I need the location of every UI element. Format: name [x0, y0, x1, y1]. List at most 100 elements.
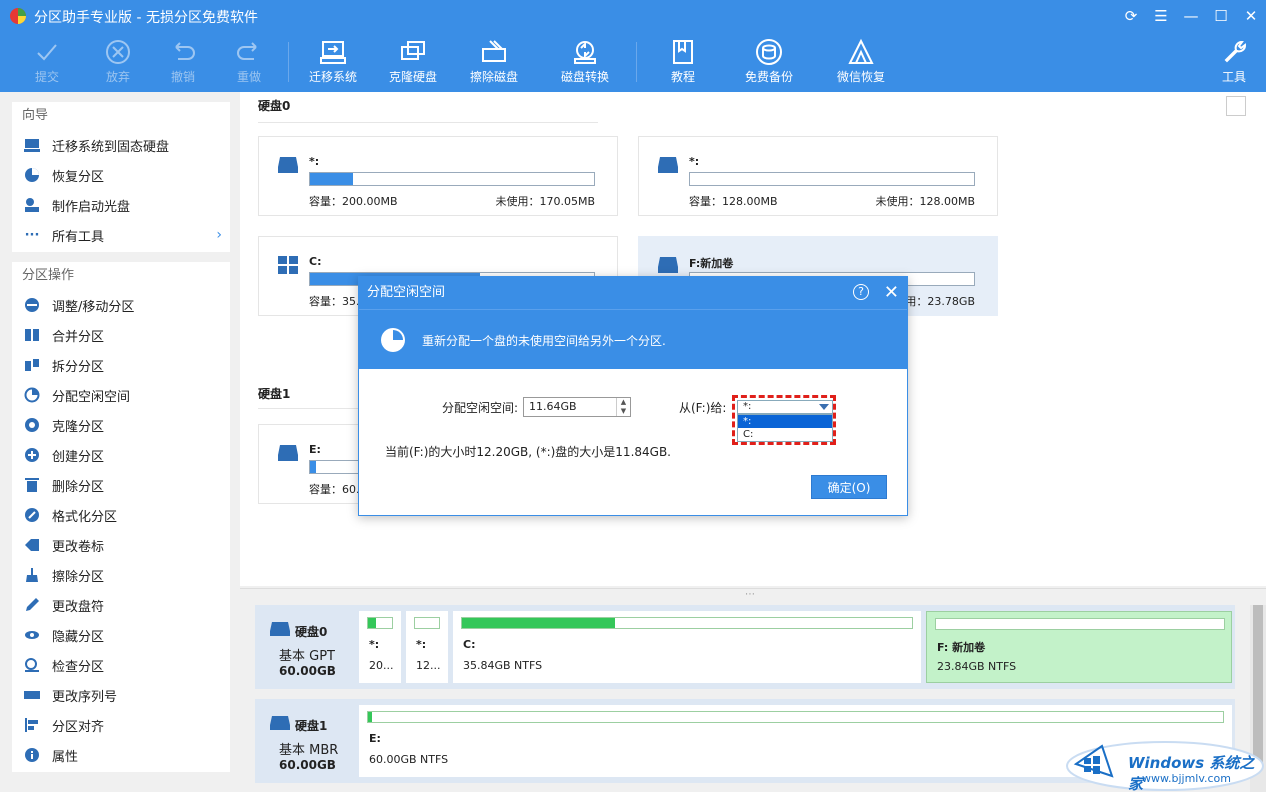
dialog-description: 重新分配一个盘的未使用空间给另外一个分区.: [422, 334, 666, 348]
app-logo-icon: [10, 8, 26, 24]
maximize-icon[interactable]: ☐: [1212, 6, 1230, 26]
sidebar-item-allocate[interactable]: 分配空闲空间: [12, 380, 230, 410]
partition-capacity: 容量：35.: [309, 295, 360, 308]
discard-button[interactable]: 放弃: [83, 36, 153, 85]
dialog-close-icon[interactable]: ✕: [884, 277, 899, 309]
partition-free: 未使用：170.05MB: [495, 195, 595, 208]
disk-size: 60.00GB: [279, 664, 336, 678]
wipe-disk-icon: [482, 40, 506, 62]
sidebar-item-bootdisk[interactable]: 制作启动光盘: [12, 190, 230, 220]
partition-info: 20...: [369, 659, 394, 672]
menu-icon[interactable]: ☰: [1152, 6, 1170, 26]
disk-row[interactable]: 硬盘0 基本 GPT 60.00GB *: 20... *: 12... C: …: [255, 605, 1235, 689]
split-icon: [24, 357, 40, 373]
sidebar-item-resize[interactable]: 调整/移动分区: [12, 290, 230, 320]
allocate-icon: [24, 387, 40, 403]
commit-label: 提交: [34, 70, 59, 84]
sidebar-item-properties[interactable]: 属性: [12, 740, 230, 770]
sidebar-item-all-tools[interactable]: ··· 所有工具 ›: [12, 220, 230, 250]
select-option[interactable]: *:: [738, 415, 832, 428]
commit-button[interactable]: 提交: [12, 36, 82, 85]
redo-button[interactable]: 重做: [214, 36, 284, 85]
sidebar-item-hide[interactable]: 隐藏分区: [12, 620, 230, 650]
migrate-icon: [320, 41, 346, 64]
migrate-button[interactable]: 迁移系统: [298, 36, 368, 85]
disk-type: 基本 GPT: [279, 649, 335, 664]
tutorial-button[interactable]: 教程: [648, 36, 718, 85]
minimize-icon[interactable]: —: [1182, 6, 1200, 26]
sidebar-item-create[interactable]: 创建分区: [12, 440, 230, 470]
allocate-icon: [381, 328, 405, 352]
sidebar-item-merge[interactable]: 合并分区: [12, 320, 230, 350]
alloc-size-value: 11.64GB: [529, 400, 577, 413]
wipe-disk-label: 擦除磁盘: [469, 70, 518, 84]
view-toggle-button[interactable]: [1226, 96, 1246, 116]
wechat-recover-button[interactable]: 微信恢复: [826, 36, 896, 85]
partition-card[interactable]: *: 容量：128.00MB 未使用：128.00MB: [638, 136, 998, 216]
check-icon: [24, 657, 40, 673]
source-partition-select[interactable]: *:: [737, 400, 833, 414]
sidebar-item-label: 分配空闲空间: [52, 389, 131, 405]
recover-icon: [24, 167, 40, 183]
wipe-disk-button[interactable]: 擦除磁盘: [459, 36, 529, 85]
partition-capacity: 容量：128.00MB: [689, 195, 778, 208]
wechat-recover-icon: [848, 38, 874, 64]
windows-icon: [278, 256, 298, 274]
splitter-handle[interactable]: ⋯: [745, 589, 755, 600]
ops-panel: 分区操作 调整/移动分区 合并分区 拆分分区 分配空闲空间 克隆分区 创建分区 …: [12, 262, 230, 772]
sidebar-item-format[interactable]: 格式化分区: [12, 500, 230, 530]
stepper-down-icon[interactable]: ▼: [617, 407, 630, 416]
sidebar-item-check[interactable]: 检查分区: [12, 650, 230, 680]
sidebar-item-align[interactable]: 分区对齐: [12, 710, 230, 740]
convert-disk-button[interactable]: 磁盘转换: [550, 36, 620, 85]
wipe-icon: [24, 567, 40, 583]
partition-card[interactable]: *: 容量：200.00MB 未使用：170.05MB: [258, 136, 618, 216]
partition-block[interactable]: *: 12...: [406, 611, 448, 683]
partition-label: *:: [369, 638, 380, 651]
hide-icon: [24, 627, 40, 643]
sidebar-item-migrate-ssd[interactable]: 迁移系统到固态硬盘: [12, 130, 230, 160]
tools-button[interactable]: 工具: [1199, 36, 1266, 85]
label-icon: [24, 537, 40, 553]
convert-disk-label: 磁盘转换: [560, 70, 609, 84]
info-icon: [24, 747, 40, 763]
sidebar-item-label-change[interactable]: 更改卷标: [12, 530, 230, 560]
serial-icon: [24, 687, 40, 703]
partition-block-selected[interactable]: F: 新加卷 23.84GB NTFS: [926, 611, 1232, 683]
sidebar-item-label: 隐藏分区: [52, 629, 105, 645]
drive-icon: [658, 257, 678, 273]
partition-capacity: 容量：200.00MB: [309, 195, 398, 208]
backup-button[interactable]: 免费备份: [734, 36, 804, 85]
sidebar-item-letter[interactable]: 更改盘符: [12, 590, 230, 620]
close-icon[interactable]: ✕: [1242, 6, 1260, 26]
ok-button[interactable]: 确定(O): [811, 475, 887, 499]
sidebar-item-recover[interactable]: 恢复分区: [12, 160, 230, 190]
sidebar-item-label: 检查分区: [52, 659, 105, 675]
select-option[interactable]: C:: [738, 428, 832, 441]
wizard-title: 向导: [22, 108, 49, 123]
sidebar-item-label: 删除分区: [52, 479, 105, 495]
sidebar-item-serial[interactable]: 更改序列号: [12, 680, 230, 710]
merge-icon: [24, 327, 40, 343]
window-title: 分区助手专业版 - 无损分区免费软件: [34, 10, 258, 26]
sidebar-item-split[interactable]: 拆分分区: [12, 350, 230, 380]
sidebar-item-wipe[interactable]: 擦除分区: [12, 560, 230, 590]
undo-button[interactable]: 撤销: [148, 36, 218, 85]
partition-block[interactable]: C: 35.84GB NTFS: [453, 611, 921, 683]
select-value: *:: [743, 401, 752, 412]
partition-block[interactable]: *: 20...: [359, 611, 401, 683]
help-icon[interactable]: ?: [853, 284, 869, 300]
sidebar-item-clone[interactable]: 克隆分区: [12, 410, 230, 440]
sidebar-item-label: 合并分区: [52, 329, 105, 345]
partition-info: 60.00GB NTFS: [369, 753, 449, 766]
refresh-icon[interactable]: ⟳: [1122, 6, 1140, 26]
clone-disk-button[interactable]: 克隆硬盘: [378, 36, 448, 85]
wizard-panel: 向导 迁移系统到固态硬盘 恢复分区 制作启动光盘 ··· 所有工具 ›: [12, 102, 230, 252]
partition-info: 35.84GB NTFS: [463, 659, 543, 672]
sidebar-item-delete[interactable]: 删除分区: [12, 470, 230, 500]
alloc-size-stepper[interactable]: 11.64GB ▲ ▼: [523, 397, 631, 417]
partition-info: 12...: [416, 659, 441, 672]
disk-name: 硬盘0: [295, 625, 328, 639]
clone-disk-icon: [401, 41, 425, 60]
stepper-up-icon[interactable]: ▲: [617, 398, 630, 407]
